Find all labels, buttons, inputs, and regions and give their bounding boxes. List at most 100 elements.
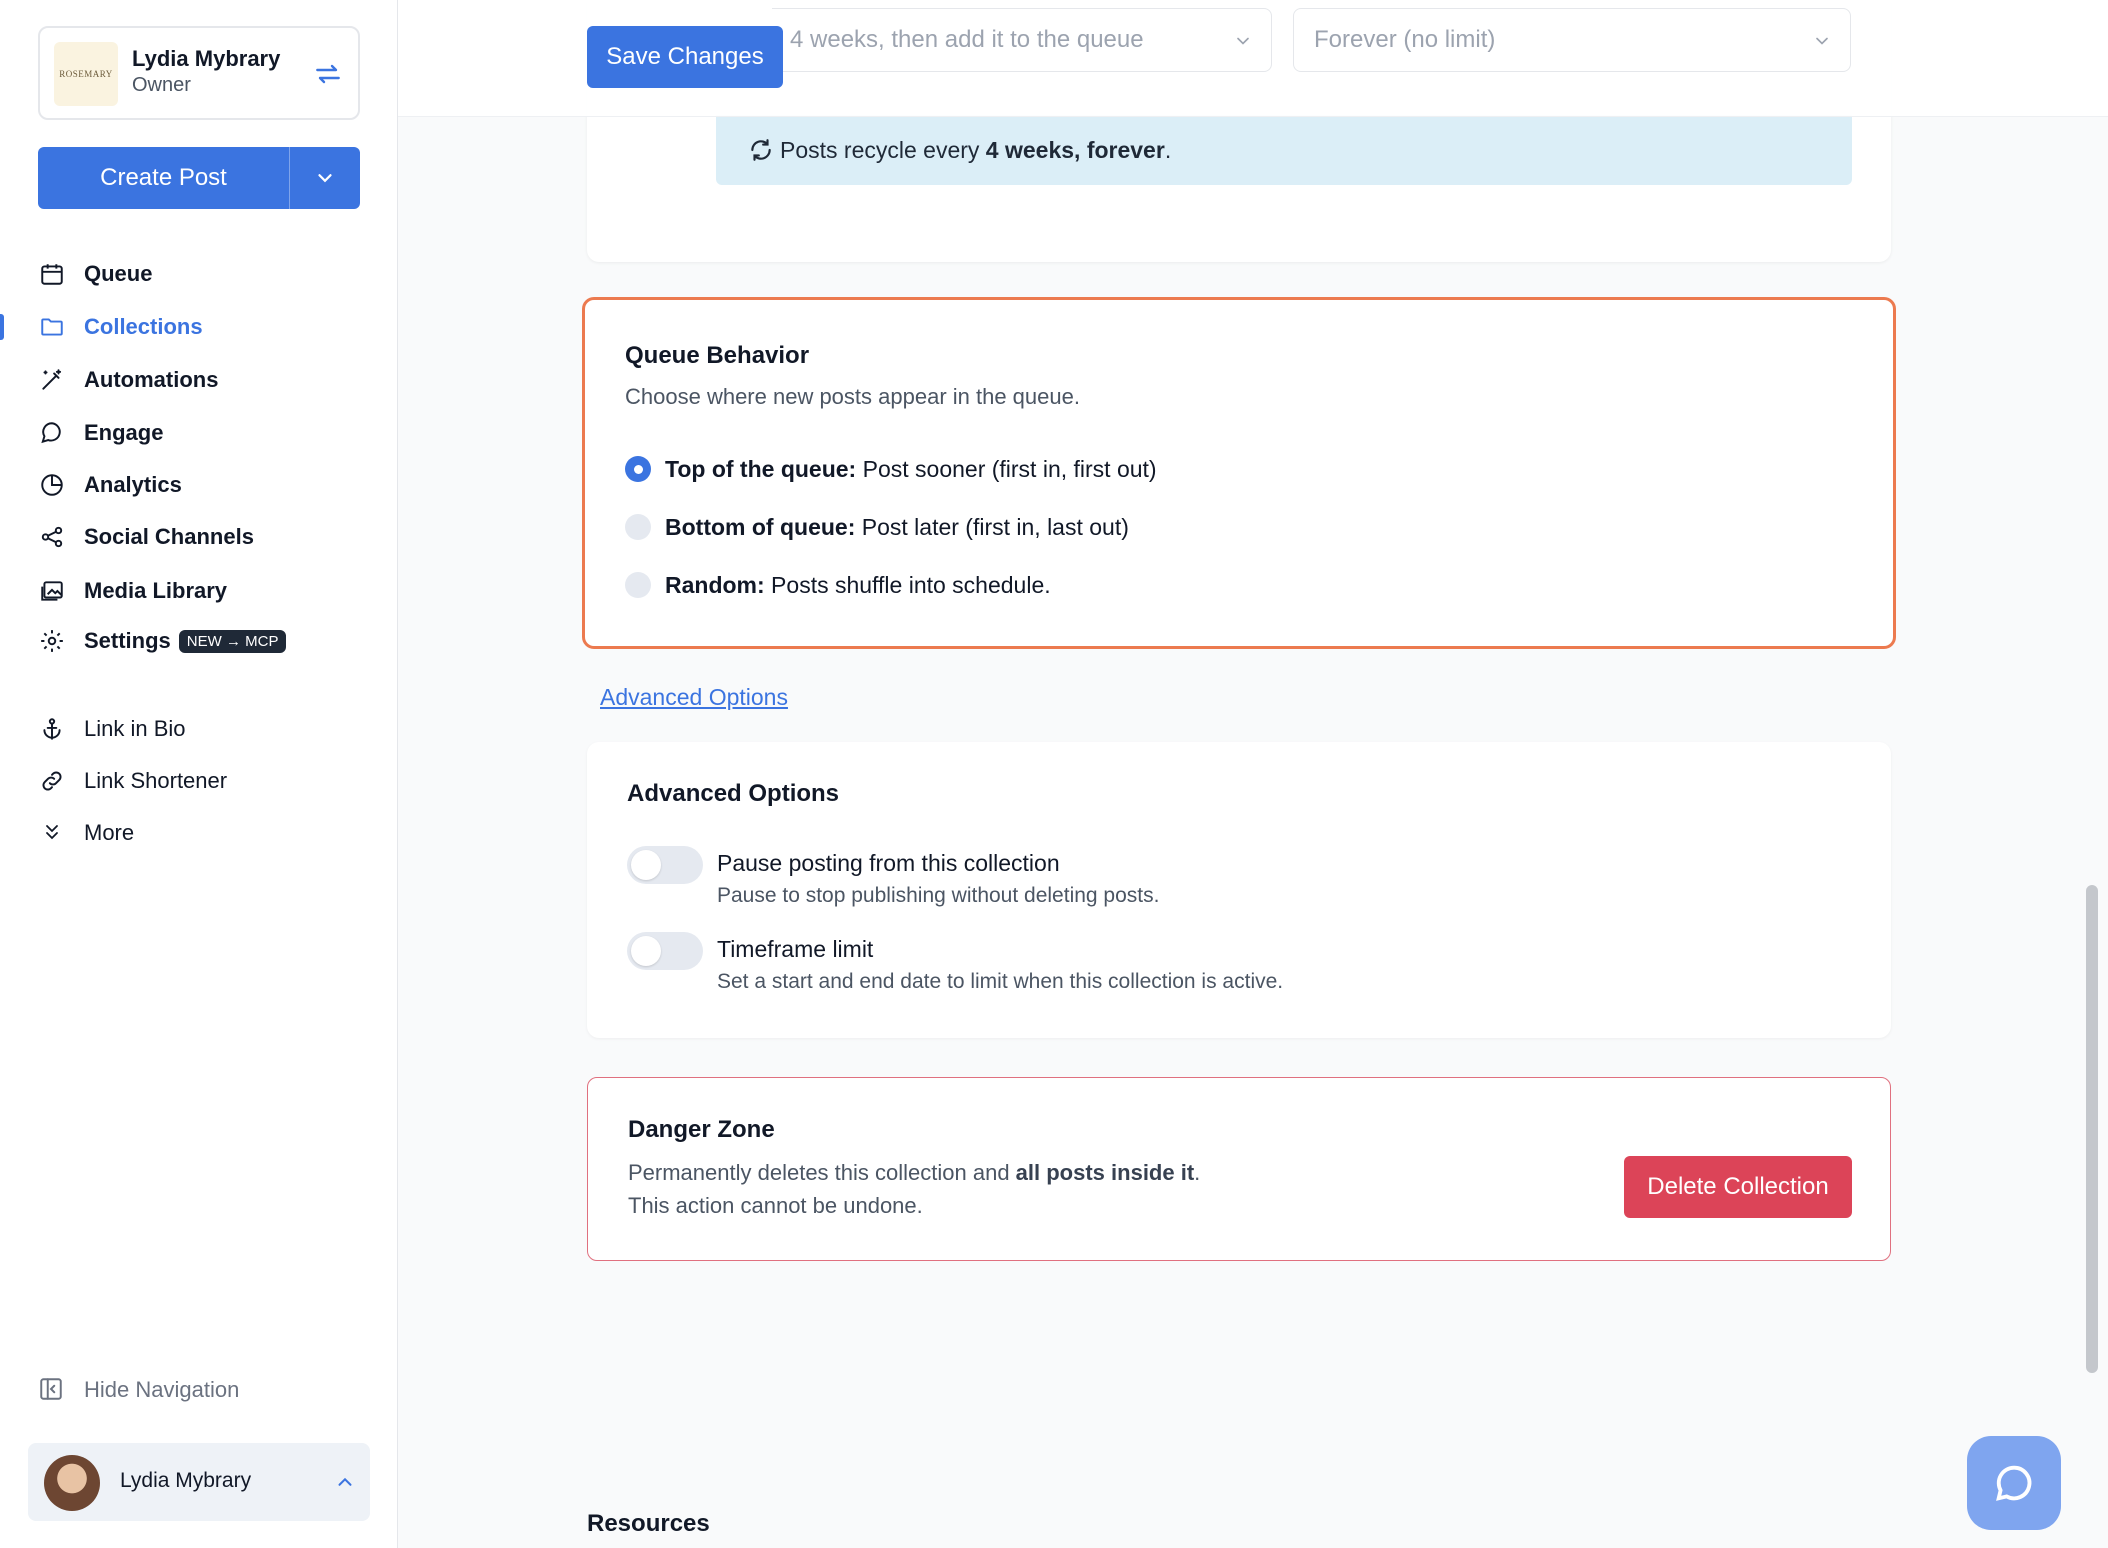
timeframe-limit-title: Timeframe limit [717, 936, 874, 962]
chevron-down-icon [1816, 37, 1828, 45]
option-label: Top of the queue: [665, 455, 857, 482]
nav-collections-label: Collections [84, 314, 203, 339]
recycle-limit-value: Forever (no limit) [1314, 26, 1496, 53]
account-name: Lydia Mybrary [132, 46, 281, 71]
account-switcher[interactable]: ROSEMARY Lydia Mybrary Owner [38, 26, 360, 120]
hide-navigation-label: Hide Navigation [84, 1377, 240, 1402]
image-stack-icon [38, 577, 66, 605]
nav-settings[interactable]: Settings NEW → MCP [38, 621, 287, 661]
account-logo: ROSEMARY [54, 42, 118, 106]
user-menu[interactable]: Lydia Mybrary [28, 1443, 370, 1521]
account-role: Owner [132, 74, 191, 96]
pause-posting-title: Pause posting from this collection [717, 850, 1060, 876]
switch-arrows-icon[interactable] [312, 58, 344, 90]
link-icon [38, 767, 66, 795]
nav-analytics[interactable]: Analytics [38, 465, 182, 505]
nav-collections[interactable]: Collections [38, 307, 203, 347]
queue-option-top[interactable]: Top of the queue: Post sooner (first in,… [625, 452, 1157, 486]
nav-automations[interactable]: Automations [38, 360, 218, 400]
pause-posting-desc: Pause to stop publishing without deletin… [717, 884, 1160, 907]
nav-media-library-label: Media Library [84, 578, 228, 603]
advanced-options-card: Advanced Options Pause posting from this… [587, 742, 1891, 1038]
active-indicator [0, 314, 4, 340]
gear-icon [38, 627, 66, 655]
avatar [44, 1455, 100, 1511]
queue-option-random[interactable]: Random: Posts shuffle into schedule. [625, 568, 1051, 602]
banner-suffix: . [1164, 136, 1172, 163]
option-label: Random: [665, 571, 765, 598]
option-desc: Posts shuffle into schedule. [764, 571, 1051, 598]
create-post-button[interactable]: Create Post [38, 147, 360, 209]
save-changes-button[interactable]: Save Changes [587, 26, 783, 88]
wait-time-select[interactable]: 4 weeks, then add it to the queue [772, 8, 1272, 72]
nav-link-shortener-label: Link Shortener [84, 768, 228, 793]
resources-heading: Resources [587, 1510, 710, 1537]
nav-link-in-bio[interactable]: Link in Bio [38, 709, 186, 749]
create-post-label[interactable]: Create Post [38, 147, 290, 209]
option-desc: Post sooner (first in, first out) [856, 455, 1157, 482]
nav-link-shortener[interactable]: Link Shortener [38, 761, 227, 801]
advanced-options-link[interactable]: Advanced Options [600, 684, 788, 711]
danger-zone-card: Danger Zone Permanently deletes this col… [587, 1077, 1891, 1261]
danger-zone-desc: Permanently deletes this collection and … [628, 1160, 1200, 1186]
pie-chart-icon [38, 471, 66, 499]
nav-settings-label: Settings [84, 628, 171, 653]
nav-engage-label: Engage [84, 420, 164, 445]
timeframe-limit-toggle[interactable] [627, 932, 703, 970]
nav-automations-label: Automations [84, 367, 219, 392]
danger-desc-bold: all posts inside it [1015, 1160, 1195, 1185]
create-post-dropdown[interactable] [290, 147, 360, 209]
danger-desc-suffix: . [1194, 1160, 1201, 1185]
danger-desc-prefix: Permanently deletes this collection and [628, 1160, 1016, 1185]
chat-icon [1996, 1465, 2032, 1501]
nav-social-channels[interactable]: Social Channels [38, 517, 254, 557]
support-chat-button[interactable] [1967, 1436, 2061, 1530]
double-chevron-down-icon [38, 819, 66, 847]
refresh-icon [751, 139, 771, 161]
danger-zone-warning: This action cannot be undone. [628, 1193, 923, 1218]
advanced-options-title: Advanced Options [627, 780, 840, 807]
hide-navigation-button[interactable]: Hide Navigation [38, 1370, 239, 1410]
banner-prefix: Posts recycle every [780, 136, 986, 163]
calendar-icon [38, 260, 66, 288]
chat-bubble-icon [38, 419, 66, 447]
wait-time-value: 4 weeks, then add it to the queue [790, 26, 1144, 53]
sidebar: ROSEMARY Lydia Mybrary Owner Create Post… [0, 0, 398, 1548]
queue-option-bottom[interactable]: Bottom of queue: Post later (first in, l… [625, 510, 1129, 544]
folder-icon [38, 313, 66, 341]
nav-social-channels-label: Social Channels [84, 524, 254, 549]
nav-link-in-bio-label: Link in Bio [84, 716, 186, 741]
nav-media-library[interactable]: Media Library [38, 571, 227, 611]
queue-behavior-title: Queue Behavior [625, 342, 810, 369]
nav-engage[interactable]: Engage [38, 413, 163, 453]
radio-button[interactable] [625, 572, 651, 598]
anchor-icon [38, 715, 66, 743]
nav-analytics-label: Analytics [84, 472, 182, 497]
nav-queue-label: Queue [84, 261, 153, 286]
nav-more-label: More [84, 820, 135, 845]
pause-posting-toggle[interactable] [627, 846, 703, 884]
delete-collection-button[interactable]: Delete Collection [1624, 1156, 1852, 1218]
nav-more[interactable]: More [38, 813, 134, 853]
nav-queue[interactable]: Queue [38, 254, 152, 294]
chevron-up-icon [338, 1477, 352, 1486]
radio-button-selected[interactable] [625, 456, 651, 482]
recycle-summary-banner: Posts recycle every 4 weeks, forever. [716, 115, 1852, 185]
chevron-down-icon [1237, 37, 1249, 45]
danger-zone-title: Danger Zone [628, 1116, 775, 1143]
chevron-down-icon [318, 174, 332, 183]
new-feature-badge: NEW → MCP [178, 629, 287, 653]
magic-wand-icon [38, 366, 66, 394]
collapse-sidebar-icon [38, 1376, 66, 1404]
timeframe-limit-desc: Set a start and end date to limit when t… [717, 970, 1284, 993]
scrollbar-thumb[interactable] [2086, 885, 2098, 1373]
share-nodes-icon [38, 523, 66, 551]
queue-behavior-subtitle: Choose where new posts appear in the que… [625, 384, 1080, 409]
option-label: Bottom of queue: [665, 513, 856, 540]
queue-behavior-card: Queue Behavior Choose where new posts ap… [582, 297, 1896, 649]
recycle-limit-select[interactable]: Forever (no limit) [1293, 8, 1851, 72]
radio-button[interactable] [625, 514, 651, 540]
option-desc: Post later (first in, last out) [855, 513, 1129, 540]
user-name: Lydia Mybrary [120, 1469, 252, 1492]
banner-bold: 4 weeks, forever [985, 136, 1165, 163]
